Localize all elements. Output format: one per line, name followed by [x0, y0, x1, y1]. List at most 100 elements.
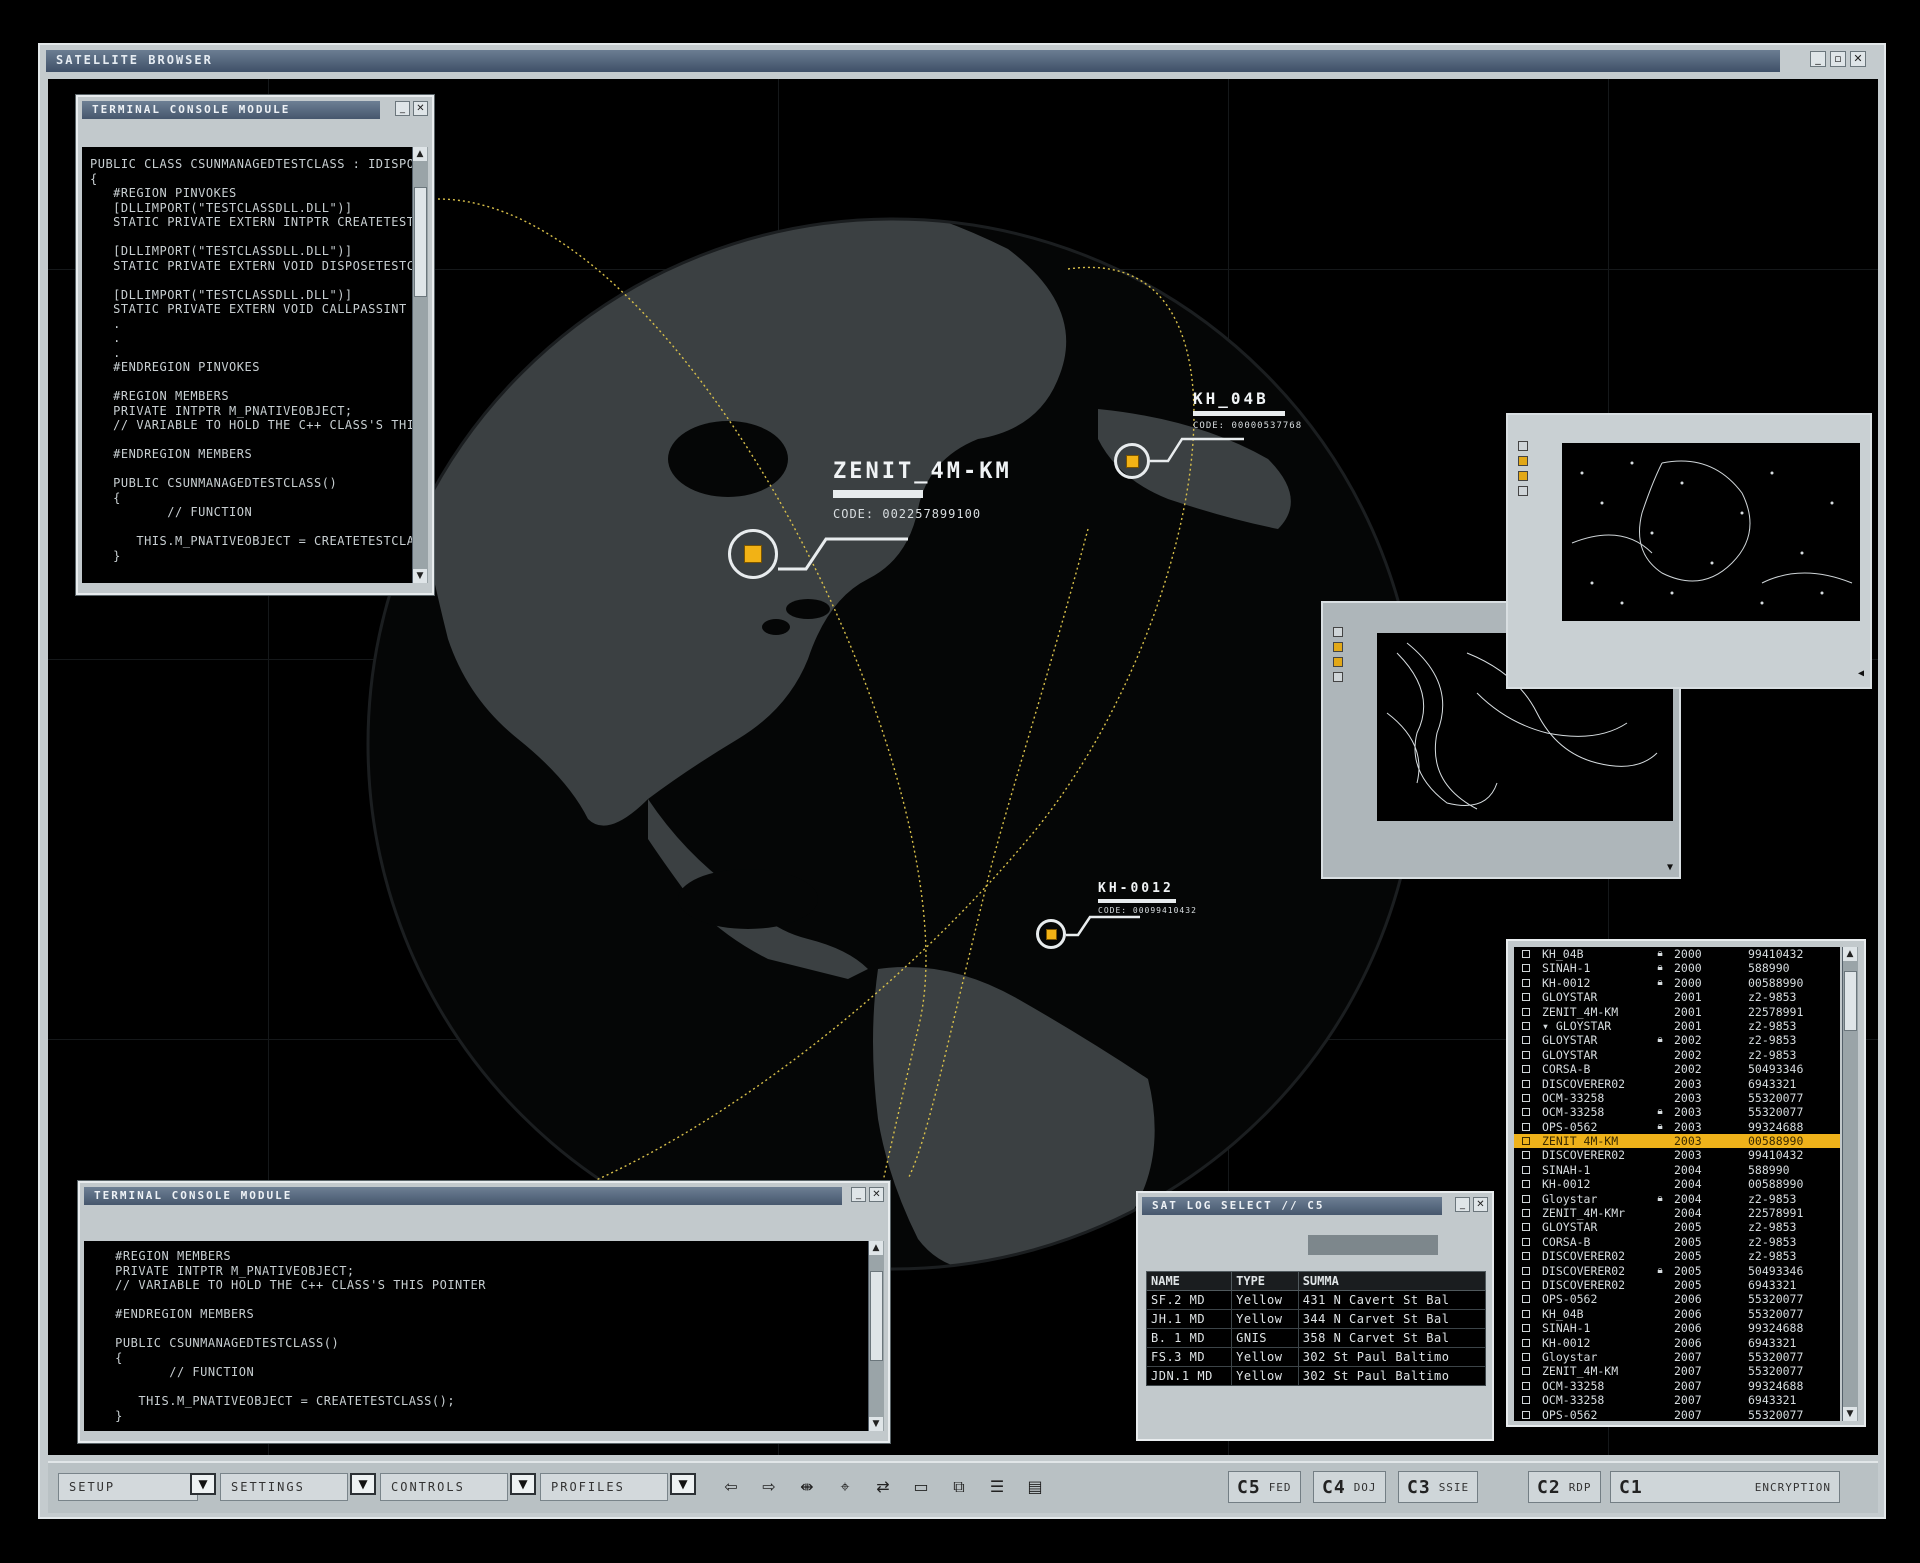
scroll-down-icon[interactable]: ▼ — [1667, 862, 1673, 873]
row-checkbox[interactable] — [1514, 1062, 1538, 1076]
list-icon[interactable]: ☰ — [982, 1475, 1012, 1499]
list-item[interactable]: SINAH-1 2004 588990 — [1514, 1163, 1840, 1177]
window-icon[interactable]: ▭ — [906, 1475, 936, 1499]
list-item[interactable]: DISCOVERER02 2005 6943321 — [1514, 1278, 1840, 1292]
row-checkbox[interactable] — [1514, 1163, 1538, 1177]
table-row[interactable]: SF.2 MD Yellow 431 N Cavert St Bal — [1145, 1290, 1487, 1310]
list-item[interactable]: ZENIT_4M-KMr 2004 22578991 — [1514, 1206, 1840, 1220]
close-icon[interactable]: ✕ — [869, 1187, 884, 1202]
crosshair-icon[interactable]: ⌖ — [830, 1475, 860, 1499]
arrow-right-icon[interactable]: ⇨ — [754, 1475, 784, 1499]
scroll-down-icon[interactable]: ▼ — [1843, 1407, 1857, 1421]
layer-checkbox[interactable] — [1333, 657, 1343, 667]
list-item[interactable]: OCM-33258 2007 99324688 — [1514, 1379, 1840, 1393]
menu-profiles[interactable]: PROFILES — [540, 1473, 668, 1501]
list-item[interactable]: KH_04B 🔒︎ 2000 99410432 — [1514, 947, 1840, 961]
list-item[interactable]: DISCOVERER02 2003 99410432 — [1514, 1148, 1840, 1162]
list-item[interactable]: ZENIT 4M-KM 2003 00588990 — [1514, 1134, 1840, 1149]
satellite-marker-kh0012[interactable] — [1036, 919, 1066, 949]
vertical-scrollbar[interactable]: ▲ ▼ — [412, 147, 428, 583]
chevron-down-icon[interactable]: ▼ — [190, 1473, 216, 1495]
scroll-thumb[interactable] — [870, 1271, 883, 1361]
layer-checkbox[interactable] — [1518, 486, 1528, 496]
vertical-scrollbar[interactable]: ▲ ▼ — [868, 1241, 884, 1431]
scroll-up-icon[interactable]: ▲ — [869, 1241, 883, 1255]
maximize-icon[interactable]: ▫ — [1830, 51, 1846, 67]
table-row[interactable]: JDN.1 MD Yellow 302 St Paul Baltimo — [1145, 1366, 1487, 1386]
close-icon[interactable]: ✕ — [1473, 1197, 1488, 1212]
chevron-down-icon[interactable]: ▼ — [510, 1473, 536, 1495]
table-row[interactable]: FS.3 MD Yellow 302 St Paul Baltimo — [1145, 1347, 1487, 1367]
row-checkbox[interactable] — [1514, 1134, 1538, 1148]
star-map-window[interactable]: ◀ — [1506, 413, 1872, 689]
list-item[interactable]: GLOYSTAR 2002 z2-9853 — [1514, 1048, 1840, 1062]
row-checkbox[interactable] — [1514, 1379, 1538, 1393]
list-item[interactable]: DISCOVERER02 🔒︎ 2005 50493346 — [1514, 1264, 1840, 1278]
row-checkbox[interactable] — [1514, 1364, 1538, 1378]
satellite-marker-zenit[interactable] — [728, 529, 778, 579]
list-item[interactable]: Gloystar 2007 55320077 — [1514, 1350, 1840, 1364]
channel-c5-button[interactable]: C5 FED — [1228, 1471, 1301, 1503]
chevron-down-icon[interactable]: ▼ — [350, 1473, 376, 1495]
list-item[interactable]: ▾ GLOYSTAR 2001 z2-9853 — [1514, 1019, 1840, 1033]
scroll-up-icon[interactable]: ▲ — [1843, 947, 1857, 961]
list-item[interactable]: CORSA-B 2002 50493346 — [1514, 1062, 1840, 1076]
channel-c4-button[interactable]: C4 DOJ — [1313, 1471, 1386, 1503]
vertical-scrollbar[interactable]: ▲ ▼ — [1842, 947, 1858, 1421]
row-checkbox[interactable] — [1514, 1278, 1538, 1292]
row-checkbox[interactable] — [1514, 1408, 1538, 1422]
list-item[interactable]: ZENIT_4M-KM 2007 55320077 — [1514, 1364, 1840, 1378]
satellite-list-window[interactable]: KH_04B 🔒︎ 2000 99410432 SINAH-1 🔒︎ 2000 588990 K… — [1506, 939, 1866, 1427]
row-checkbox[interactable] — [1514, 1307, 1538, 1321]
row-checkbox[interactable] — [1514, 947, 1538, 961]
list-item[interactable]: OPS-0562 🔒︎ 2003 99324688 — [1514, 1120, 1840, 1134]
row-checkbox[interactable] — [1514, 1235, 1538, 1249]
list-item[interactable]: KH-0012 🔒︎ 2000 00588990 — [1514, 976, 1840, 990]
list-item[interactable]: DISCOVERER02 2003 6943321 — [1514, 1077, 1840, 1091]
scroll-thumb[interactable] — [414, 187, 427, 297]
row-checkbox[interactable] — [1514, 1033, 1538, 1047]
list-item[interactable]: DISCOVERER02 2005 z2-9853 — [1514, 1249, 1840, 1263]
layer-checkbox[interactable] — [1333, 642, 1343, 652]
row-checkbox[interactable] — [1514, 961, 1538, 975]
menu-settings[interactable]: SETTINGS — [220, 1473, 348, 1501]
row-checkbox[interactable] — [1514, 1321, 1538, 1335]
layer-checkbox[interactable] — [1518, 471, 1528, 481]
list-item[interactable]: CORSA-B 2005 z2-9853 — [1514, 1235, 1840, 1249]
list-item[interactable]: SINAH-1 🔒︎ 2000 588990 — [1514, 961, 1840, 975]
list-item[interactable]: OCM-33258 2003 55320077 — [1514, 1091, 1840, 1105]
satellite-list[interactable]: KH_04B 🔒︎ 2000 99410432 SINAH-1 🔒︎ 2000 588990 K… — [1514, 947, 1840, 1421]
channel-c1-button[interactable]: C1 ENCRYPTION — [1610, 1471, 1840, 1503]
table-row[interactable]: B. 1 MD GNIS 358 N Carvet St Bal — [1145, 1328, 1487, 1348]
list-item[interactable]: KH-0012 2006 6943321 — [1514, 1336, 1840, 1350]
row-checkbox[interactable] — [1514, 1292, 1538, 1306]
row-checkbox[interactable] — [1514, 1336, 1538, 1350]
minimize-icon[interactable]: _ — [1455, 1197, 1470, 1212]
layer-checkbox[interactable] — [1518, 456, 1528, 466]
sat-log-window[interactable]: SAT LOG SELECT // C5 _ ✕ NAME TYPE SUMMA… — [1136, 1191, 1494, 1441]
row-checkbox[interactable] — [1514, 1206, 1538, 1220]
list-item[interactable]: GLOYSTAR 2005 z2-9853 — [1514, 1220, 1840, 1234]
scroll-down-icon[interactable]: ▼ — [869, 1417, 883, 1431]
row-checkbox[interactable] — [1514, 1249, 1538, 1263]
list-item[interactable]: GLOYSTAR 🔒︎ 2002 z2-9853 — [1514, 1033, 1840, 1047]
row-checkbox[interactable] — [1514, 1220, 1538, 1234]
list-item[interactable]: ZENIT_4M-KM 2001 22578991 — [1514, 1005, 1840, 1019]
row-checkbox[interactable] — [1514, 1091, 1538, 1105]
list-item[interactable]: Gloystar 🔒︎ 2004 z2-9853 — [1514, 1192, 1840, 1206]
row-checkbox[interactable] — [1514, 990, 1538, 1004]
list-item[interactable]: OPS-0562 2006 55320077 — [1514, 1292, 1840, 1306]
row-checkbox[interactable] — [1514, 1177, 1538, 1191]
column-header[interactable]: NAME — [1145, 1271, 1233, 1291]
star-map[interactable] — [1562, 443, 1860, 621]
list-item[interactable]: GLOYSTAR 2001 z2-9853 — [1514, 990, 1840, 1004]
row-checkbox[interactable] — [1514, 1005, 1538, 1019]
list-item[interactable]: OCM-33258 🔒︎ 2003 55320077 — [1514, 1105, 1840, 1119]
list-item[interactable]: KH-0012 2004 00588990 — [1514, 1177, 1840, 1191]
close-icon[interactable]: ✕ — [1850, 51, 1866, 67]
minimize-icon[interactable]: _ — [1810, 51, 1826, 67]
row-checkbox[interactable] — [1514, 1350, 1538, 1364]
scroll-down-icon[interactable]: ▼ — [413, 569, 427, 583]
row-checkbox[interactable] — [1514, 1048, 1538, 1062]
console-code[interactable]: #REGION MEMBERS PRIVATE INTPTR M_PNATIVE… — [84, 1241, 868, 1431]
